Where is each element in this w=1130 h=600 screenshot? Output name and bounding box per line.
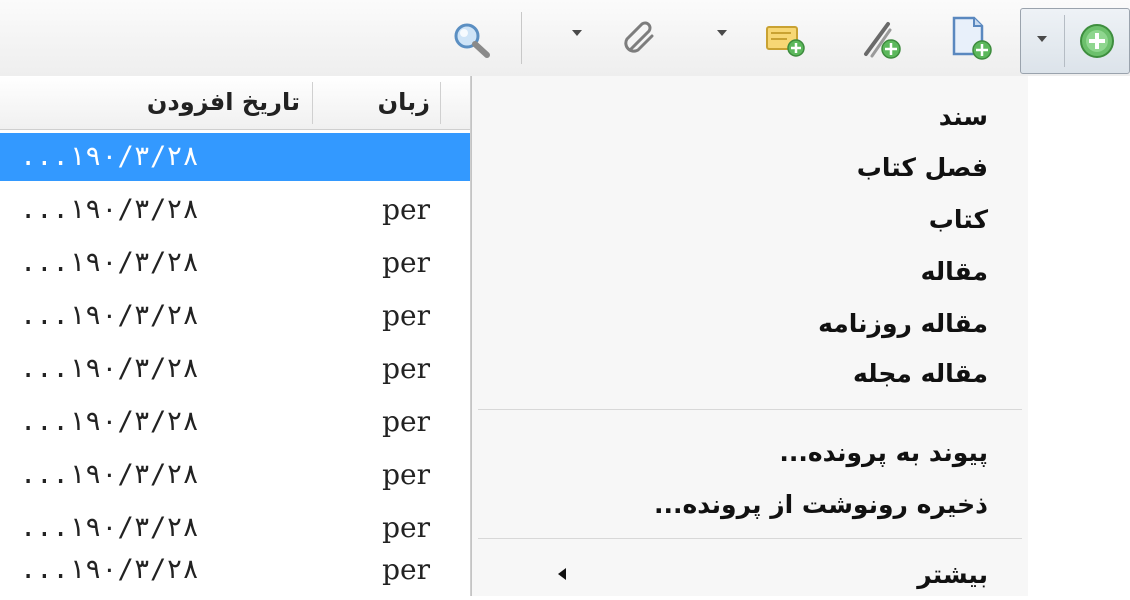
date-added-cell: ...۱۹۰/۳/۲۸: [20, 300, 199, 331]
menu-item-document[interactable]: سند: [512, 92, 988, 142]
menu-item-article[interactable]: مقاله: [512, 247, 988, 297]
toolbar-separator: [521, 12, 522, 64]
submenu-arrow-icon: [558, 568, 566, 580]
table-header: تاریخ افزودن زبان: [0, 76, 470, 130]
date-added-cell: ...۱۹۰/۳/۲۸: [20, 406, 199, 437]
date-added-cell: ...۱۹۰/۳/۲۸: [20, 247, 199, 278]
menu-item-more[interactable]: بیشتر: [512, 550, 988, 600]
table-row[interactable]: ...۱۹۰/۳/۲۸ per: [0, 292, 470, 340]
language-cell: per: [382, 299, 430, 332]
date-added-cell: ...۱۹۰/۳/۲۸: [20, 459, 199, 490]
date-added-cell: ...۱۹۰/۳/۲۸: [20, 141, 199, 172]
language-cell: per: [382, 352, 430, 385]
date-added-cell: ...۱۹۰/۳/۲۸: [20, 353, 199, 384]
language-cell: per: [382, 246, 430, 279]
items-table: تاریخ افزودن زبان ...۱۹۰/۳/۲۸ ...۱۹۰/۳/۲…: [0, 76, 471, 596]
language-cell: per: [382, 553, 430, 586]
add-item-menu-button[interactable]: [1020, 8, 1130, 74]
button-divider: [1064, 15, 1065, 67]
table-row[interactable]: ...۱۹۰/۳/۲۸ per: [0, 239, 470, 287]
paperclip-icon[interactable]: [618, 16, 664, 62]
table-row[interactable]: ...۱۹۰/۳/۲۸ per: [0, 186, 470, 234]
language-cell: per: [382, 458, 430, 491]
menu-item-link-to-file[interactable]: پیوند به پرونده...: [512, 428, 988, 478]
add-icon[interactable]: [1075, 19, 1119, 63]
menu-item-more-label: بیشتر: [917, 560, 988, 589]
language-cell: per: [382, 193, 430, 226]
column-header-date-added[interactable]: تاریخ افزودن: [40, 76, 300, 129]
new-document-icon[interactable]: [946, 12, 996, 64]
column-divider[interactable]: [312, 82, 313, 124]
menu-separator: [478, 538, 1022, 539]
date-added-cell: ...۱۹۰/۳/۲۸: [20, 512, 199, 543]
toolbar: [0, 0, 1130, 77]
column-divider[interactable]: [440, 82, 441, 124]
menu-item-store-copy-of-file[interactable]: ذخیره رونوشت از پرونده...: [512, 480, 988, 530]
edit-item-icon[interactable]: [856, 14, 906, 64]
language-cell: per: [382, 405, 430, 438]
table-row[interactable]: ...۱۹۰/۳/۲۸ per: [0, 451, 470, 499]
chevron-down-icon[interactable]: [572, 30, 582, 36]
table-row[interactable]: ...۱۹۰/۳/۲۸ per: [0, 398, 470, 446]
menu-separator: [478, 409, 1022, 410]
date-added-cell: ...۱۹۰/۳/۲۸: [20, 554, 199, 585]
menu-item-newspaper-article[interactable]: مقاله روزنامه: [512, 299, 988, 349]
menu-item-book-section[interactable]: فصل کتاب: [512, 143, 988, 193]
language-cell: per: [382, 511, 430, 544]
new-item-popup-menu: سند فصل کتاب کتاب مقاله مقاله روزنامه مق…: [471, 76, 1029, 596]
menu-item-magazine-article[interactable]: مقاله مجله: [512, 349, 988, 399]
table-row[interactable]: ...۱۹۰/۳/۲۸: [0, 133, 470, 181]
table-row[interactable]: ...۱۹۰/۳/۲۸ per: [0, 546, 470, 594]
menu-item-book[interactable]: کتاب: [512, 195, 988, 245]
table-row[interactable]: ...۱۹۰/۳/۲۸ per: [0, 504, 470, 552]
background-panel: [1028, 76, 1130, 596]
date-added-cell: ...۱۹۰/۳/۲۸: [20, 194, 199, 225]
column-header-language[interactable]: زبان: [320, 76, 430, 129]
new-note-icon[interactable]: [762, 16, 808, 62]
chevron-down-icon[interactable]: [717, 30, 727, 36]
magnifier-icon[interactable]: [448, 18, 496, 62]
table-row[interactable]: ...۱۹۰/۳/۲۸ per: [0, 345, 470, 393]
chevron-down-icon[interactable]: [1037, 36, 1047, 42]
